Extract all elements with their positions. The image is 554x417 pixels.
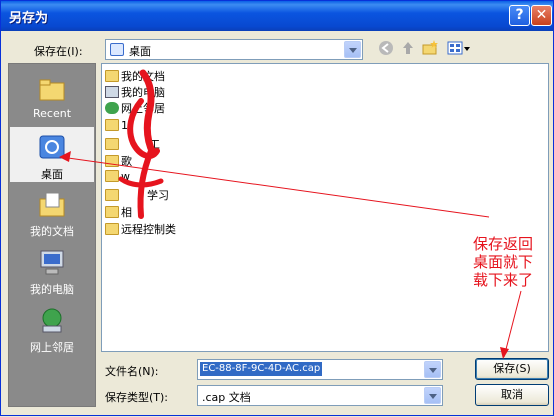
annotation-arrow-desktop <box>60 156 490 218</box>
annotation-arrow-save <box>503 290 522 358</box>
arrow-head-icon <box>59 151 71 162</box>
arrow-head-icon <box>500 347 509 359</box>
annotation-text: 保存返回 桌面就下 载下来了 <box>473 235 534 289</box>
save-as-dialog: 另存为 ? ✕ 保存在(I): 桌面 Recent 桌面 我的文档 我的电脑 网… <box>0 0 554 416</box>
annotation-overlay <box>59 69 522 359</box>
scribble-mark <box>118 69 164 219</box>
